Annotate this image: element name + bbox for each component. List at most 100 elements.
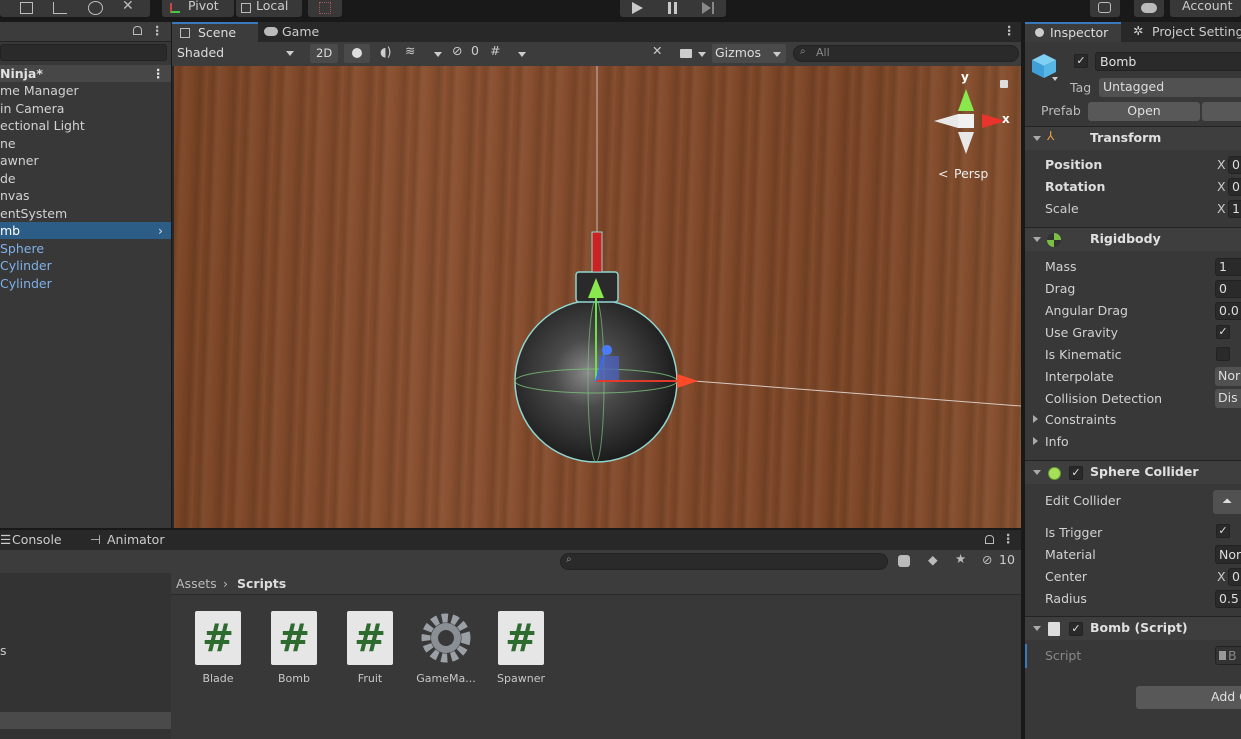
hidden-packages-icon[interactable]: ⊘ bbox=[982, 552, 992, 567]
material-field[interactable]: Nor bbox=[1215, 545, 1241, 564]
tab-animator[interactable]: ⊣ Animator bbox=[88, 530, 178, 550]
hierarchy-item[interactable]: de bbox=[0, 170, 171, 187]
hierarchy-item[interactable]: me Manager bbox=[0, 82, 171, 99]
hierarchy-search-input[interactable] bbox=[0, 44, 167, 61]
hierarchy-item[interactable]: nvas bbox=[0, 187, 171, 204]
scene-viewport[interactable]: y x < Persp bbox=[174, 66, 1021, 528]
collision-detection-dropdown[interactable]: Dis bbox=[1215, 389, 1241, 408]
angular-drag-field[interactable]: 0.0 bbox=[1215, 302, 1241, 320]
asset-item[interactable]: GameMa... bbox=[406, 608, 486, 688]
lock-icon[interactable] bbox=[133, 26, 142, 35]
asset-item[interactable]: # Spawner bbox=[481, 608, 561, 688]
step-icon[interactable] bbox=[702, 2, 711, 14]
prefab-select-button[interactable] bbox=[1202, 102, 1241, 121]
2d-toggle[interactable]: 2D bbox=[310, 44, 338, 63]
persp-toggle[interactable]: < Persp bbox=[938, 166, 998, 183]
tab-project-settings[interactable]: ✲ Project Setting bbox=[1125, 22, 1241, 42]
center-x-field[interactable]: 0 bbox=[1228, 568, 1241, 586]
tag-dropdown[interactable]: Untagged bbox=[1099, 78, 1241, 97]
scene-menu-icon[interactable]: ⋮ bbox=[152, 65, 165, 82]
folder-tree-selected[interactable] bbox=[0, 712, 171, 729]
rect-tool-icon[interactable] bbox=[20, 2, 33, 14]
folder-tree-item[interactable]: s bbox=[0, 643, 7, 658]
lighting-toggle[interactable] bbox=[344, 44, 370, 63]
scene-search-input[interactable]: ⌕ All bbox=[793, 45, 1019, 62]
rotation-x-field[interactable]: 0 bbox=[1228, 178, 1241, 196]
prefab-open-button[interactable]: Open bbox=[1088, 102, 1200, 121]
chevron-right-icon[interactable]: › bbox=[158, 222, 163, 239]
asset-item[interactable]: # Fruit bbox=[330, 608, 410, 688]
pause-icon[interactable] bbox=[668, 2, 671, 14]
info-foldout[interactable]: Info bbox=[1033, 433, 1233, 451]
local-toggle[interactable]: Local bbox=[236, 0, 302, 17]
collab-button[interactable] bbox=[1090, 0, 1120, 17]
tools-icon[interactable]: ✕ bbox=[122, 0, 134, 14]
is-kinematic-checkbox[interactable] bbox=[1216, 347, 1230, 361]
rigidbody-header[interactable]: Rigidbody bbox=[1025, 227, 1241, 251]
filter-type-icon[interactable] bbox=[898, 555, 910, 567]
hierarchy-item[interactable]: entSystem bbox=[0, 205, 171, 222]
grid-icon[interactable]: # bbox=[490, 43, 500, 58]
mass-field[interactable]: 1 bbox=[1215, 258, 1241, 276]
active-checkbox[interactable]: ✓ bbox=[1074, 54, 1088, 68]
cloud-button[interactable] bbox=[1134, 0, 1164, 17]
constraints-foldout[interactable]: Constraints bbox=[1033, 411, 1233, 429]
hierarchy-item[interactable]: ne bbox=[0, 135, 171, 152]
project-search-input[interactable]: ⌕ bbox=[560, 553, 888, 570]
asset-item[interactable]: # Blade bbox=[178, 608, 258, 688]
sphere-collider-enabled-checkbox[interactable]: ✓ bbox=[1069, 466, 1083, 480]
breadcrumb-assets[interactable]: Assets bbox=[176, 576, 217, 591]
camera-icon[interactable] bbox=[680, 49, 692, 58]
bomb-script-enabled-checkbox[interactable]: ✓ bbox=[1069, 622, 1083, 636]
hierarchy-item[interactable]: awner bbox=[0, 152, 171, 169]
favorite-star-icon[interactable]: ★ bbox=[955, 551, 966, 566]
hierarchy-item-prefab[interactable]: Cylinder bbox=[0, 257, 171, 274]
shading-mode-dropdown[interactable]: Shaded bbox=[174, 44, 300, 63]
sphere-collider-header[interactable]: ✓ Sphere Collider bbox=[1025, 460, 1241, 484]
hierarchy-item[interactable]: in Camera bbox=[0, 100, 171, 117]
interpolate-dropdown[interactable]: Nor bbox=[1215, 367, 1241, 386]
use-gravity-checkbox[interactable]: ✓ bbox=[1216, 325, 1230, 339]
scene-menu-icon[interactable]: ⋮ bbox=[1003, 23, 1016, 38]
hierarchy-item-prefab[interactable]: Cylinder bbox=[0, 275, 171, 292]
object-name-field[interactable]: Bomb bbox=[1095, 52, 1241, 71]
bomb-script-header[interactable]: ✓ Bomb (Script) bbox=[1025, 616, 1241, 640]
hierarchy-item-selected[interactable]: mb › bbox=[0, 222, 171, 239]
tab-inspector[interactable]: Inspector bbox=[1025, 22, 1121, 42]
snap-toggle[interactable] bbox=[308, 0, 342, 17]
chevron-down-icon[interactable] bbox=[518, 52, 526, 57]
chevron-down-icon[interactable] bbox=[1052, 77, 1058, 81]
is-trigger-checkbox[interactable]: ✓ bbox=[1216, 524, 1230, 538]
scale-x-field[interactable]: 1 bbox=[1228, 200, 1241, 218]
position-x-field[interactable]: 0 bbox=[1228, 156, 1241, 174]
panel-menu-icon[interactable]: ⋮ bbox=[151, 23, 164, 38]
add-component-button[interactable]: Add C bbox=[1136, 686, 1241, 709]
tab-game[interactable]: Game bbox=[258, 22, 338, 42]
asset-item[interactable]: # Bomb bbox=[254, 608, 334, 688]
lock-icon[interactable] bbox=[985, 535, 994, 544]
account-dropdown[interactable]: Account bbox=[1170, 0, 1241, 17]
gizmo-lock-icon[interactable] bbox=[1000, 80, 1008, 88]
pivot-toggle[interactable]: Pivot bbox=[162, 0, 234, 17]
drag-field[interactable]: 0 bbox=[1215, 280, 1241, 298]
play-icon[interactable] bbox=[632, 2, 643, 14]
radius-field[interactable]: 0.5 bbox=[1215, 590, 1241, 608]
gizmos-dropdown[interactable]: Gizmos bbox=[712, 44, 786, 63]
tools-icon[interactable]: ✕ bbox=[652, 43, 662, 58]
transform-header[interactable]: ⅄ Transform bbox=[1025, 126, 1241, 150]
tab-scene[interactable]: Scene bbox=[172, 22, 258, 42]
chevron-down-icon[interactable] bbox=[698, 52, 706, 57]
breadcrumb-scripts[interactable]: Scripts bbox=[237, 576, 286, 591]
label-tag-icon[interactable]: ◆ bbox=[928, 552, 938, 567]
hierarchy-item-prefab[interactable]: Sphere bbox=[0, 240, 171, 257]
edit-collider-button[interactable]: ⏶ bbox=[1213, 490, 1241, 514]
hierarchy-item[interactable]: ectional Light bbox=[0, 117, 171, 134]
chevron-down-icon[interactable] bbox=[434, 52, 442, 57]
scene-row[interactable]: Ninja* ⋮ bbox=[0, 65, 171, 82]
transform-tool-icon[interactable] bbox=[53, 2, 67, 14]
custom-tool-icon[interactable] bbox=[88, 1, 103, 15]
tab-console[interactable]: ☰ Console bbox=[0, 530, 80, 550]
panel-menu-icon[interactable]: ⋮ bbox=[1002, 531, 1015, 546]
audio-icon[interactable]: ◖) bbox=[380, 44, 391, 59]
effects-icon[interactable]: ≋ bbox=[405, 43, 415, 58]
